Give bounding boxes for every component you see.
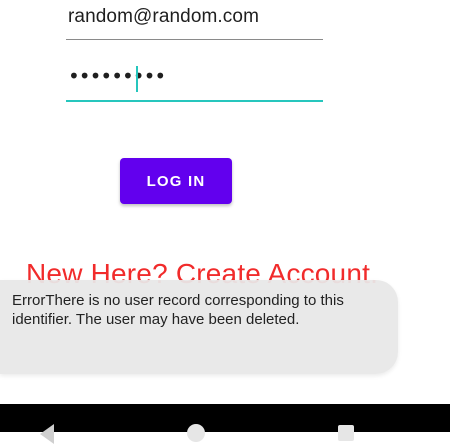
toast-message: ErrorThere is no user record correspondi… (12, 292, 344, 328)
back-icon[interactable] (40, 424, 54, 444)
login-button[interactable]: LOG IN (120, 158, 232, 204)
password-input-value: ••••••••• (68, 64, 166, 88)
password-field[interactable]: ••••••••• (66, 58, 323, 102)
email-input-value: random@random.com (68, 6, 260, 27)
text-cursor (136, 66, 138, 92)
email-field[interactable]: random@random.com (66, 0, 323, 40)
recents-icon[interactable] (338, 425, 354, 441)
home-icon[interactable] (187, 424, 205, 442)
system-navigation-bar (0, 404, 450, 444)
error-toast: ErrorThere is no user record correspondi… (0, 280, 398, 374)
